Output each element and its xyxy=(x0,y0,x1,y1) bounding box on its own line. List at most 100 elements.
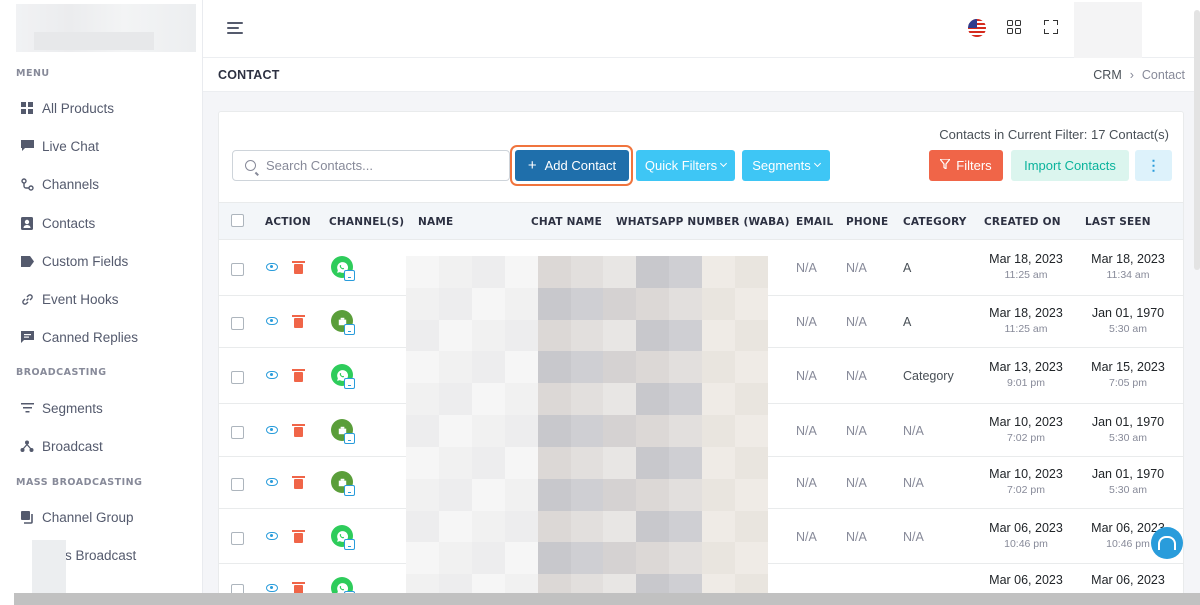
email-cell: N/A xyxy=(796,476,817,490)
sidebar-item-segments[interactable]: Segments xyxy=(20,397,103,419)
download-icon xyxy=(344,433,355,444)
sidebar-item-live-chat[interactable]: Live Chat xyxy=(20,135,99,157)
breadcrumb-crm[interactable]: CRM xyxy=(1093,68,1121,82)
category-cell: N/A xyxy=(903,530,924,544)
contacts-card: Contacts in Current Filter: 17 Contact(s… xyxy=(218,111,1184,605)
row-checkbox[interactable] xyxy=(231,317,244,330)
row-checkbox[interactable] xyxy=(231,371,244,384)
sidebar-item-label: Contacts xyxy=(42,215,96,231)
last-seen-cell: Jan 01, 1970 5:30 am xyxy=(1083,415,1173,444)
menu-toggle-icon[interactable] xyxy=(227,20,245,36)
vertical-scrollbar[interactable] xyxy=(1194,10,1200,270)
sidebar-item-label: All Products xyxy=(42,100,115,116)
sidebar-blur-overlay xyxy=(32,540,66,596)
apps-grid-icon[interactable] xyxy=(1007,20,1021,34)
search-icon xyxy=(245,160,256,171)
email-cell: N/A xyxy=(796,369,817,383)
trash-icon[interactable] xyxy=(292,530,305,543)
row-checkbox[interactable] xyxy=(231,532,244,545)
sidebar-item-broadcast[interactable]: Broadcast xyxy=(20,435,103,457)
trash-icon[interactable] xyxy=(292,369,305,382)
phone-cell: N/A xyxy=(846,369,867,383)
category-cell: N/A xyxy=(903,476,924,490)
eye-icon[interactable] xyxy=(266,371,278,379)
filter-icon xyxy=(939,158,952,172)
row-checkbox[interactable] xyxy=(231,263,244,276)
phone-cell: N/A xyxy=(846,530,867,544)
col-category: CATEGORY xyxy=(903,216,967,228)
created-time: 10:46 pm xyxy=(1004,538,1048,550)
sidebar-item-label: Channel Group xyxy=(42,509,134,525)
sidebar-item-label: Canned Replies xyxy=(42,329,139,345)
us-flag-icon[interactable] xyxy=(968,19,986,37)
logo[interactable] xyxy=(16,4,196,52)
last-seen-cell: Jan 01, 1970 5:30 am xyxy=(1083,306,1173,335)
eye-icon[interactable] xyxy=(266,317,278,325)
segments-dropdown[interactable]: Segments xyxy=(742,150,830,181)
sidebar-item-channels[interactable]: Channels xyxy=(20,173,99,195)
sidebar-item-event-hooks[interactable]: Event Hooks xyxy=(20,288,119,310)
sidebar-item-custom-fields[interactable]: Custom Fields xyxy=(20,250,128,272)
more-options-button[interactable]: ⋮ xyxy=(1135,150,1172,181)
category-cell: Category xyxy=(903,369,954,383)
sidebar-item-label: Custom Fields xyxy=(42,253,129,269)
created-on-cell: Mar 10, 2023 7:02 pm xyxy=(981,467,1071,496)
fullscreen-icon[interactable] xyxy=(1044,20,1058,34)
sidebar: MENU All Products Live Chat Channels Con… xyxy=(0,0,203,605)
eye-icon[interactable] xyxy=(266,532,278,540)
created-time: 11:25 am xyxy=(1004,269,1048,281)
created-on-cell: Mar 13, 2023 9:01 pm xyxy=(981,360,1071,389)
col-created-on: CREATED ON xyxy=(984,216,1061,228)
search-input[interactable] xyxy=(266,158,486,173)
last-seen-date: Jan 01, 1970 xyxy=(1091,415,1165,429)
email-cell: N/A xyxy=(796,424,817,438)
row-checkbox[interactable] xyxy=(231,478,244,491)
email-cell: N/A xyxy=(796,530,817,544)
table-header: ACTION CHANNEL(S) NAME CHAT NAME WHATSAP… xyxy=(219,202,1183,240)
import-contacts-button[interactable]: Import Contacts xyxy=(1011,150,1129,181)
user-avatar[interactable] xyxy=(1074,2,1142,60)
sidebar-item-label: s Broadcast xyxy=(65,547,137,563)
segments-label: Segments xyxy=(752,158,811,173)
chevron-right-icon: › xyxy=(1129,68,1134,82)
eye-icon[interactable] xyxy=(266,263,278,271)
created-on-cell: Mar 18, 2023 11:25 am xyxy=(981,252,1071,281)
search-box xyxy=(232,150,510,181)
created-on-cell: Mar 18, 2023 11:25 am xyxy=(981,306,1071,335)
last-seen-time: 5:30 am xyxy=(1109,323,1147,335)
sidebar-item-contacts[interactable]: Contacts xyxy=(20,212,95,234)
select-all-checkbox[interactable] xyxy=(231,214,244,227)
row-checkbox[interactable] xyxy=(231,426,244,439)
sidebar-item-canned-replies[interactable]: Canned Replies xyxy=(20,326,138,348)
phone-cell: N/A xyxy=(846,315,867,329)
quick-filters-dropdown[interactable]: Quick Filters xyxy=(636,150,735,181)
horizontal-scrollbar[interactable] xyxy=(14,593,1200,605)
sidebar-section-broadcasting: BROADCASTING xyxy=(16,367,107,378)
col-name: NAME xyxy=(418,216,454,228)
created-time: 11:25 am xyxy=(1004,323,1048,335)
chevron-down-icon xyxy=(813,159,821,168)
breadcrumb-contact: Contact xyxy=(1141,68,1185,82)
download-icon xyxy=(344,539,355,550)
eye-icon[interactable] xyxy=(266,478,278,486)
trash-icon[interactable] xyxy=(292,261,305,274)
copy-icon xyxy=(20,510,34,524)
chevron-down-icon xyxy=(720,159,728,168)
trash-icon[interactable] xyxy=(292,315,305,328)
redacted-contact-info xyxy=(406,256,768,604)
sidebar-item-channel-group[interactable]: Channel Group xyxy=(20,506,134,528)
add-contact-button[interactable]: + Add Contact xyxy=(515,150,629,181)
last-seen-cell: Mar 18, 2023 11:34 am xyxy=(1083,252,1173,281)
created-time: 7:02 pm xyxy=(1007,432,1045,444)
sidebar-item-mass-broadcast[interactable]: s Broadcast xyxy=(65,544,136,566)
support-chat-button[interactable] xyxy=(1151,527,1183,559)
breadcrumb: CRM › Contact xyxy=(1093,68,1185,82)
eye-icon[interactable] xyxy=(266,584,278,592)
tag-icon xyxy=(20,254,34,268)
sidebar-item-all-products[interactable]: All Products xyxy=(20,97,114,119)
filters-button[interactable]: Filters xyxy=(929,150,1003,181)
trash-icon[interactable] xyxy=(292,424,305,437)
eye-icon[interactable] xyxy=(266,426,278,434)
phone-cell: N/A xyxy=(846,476,867,490)
trash-icon[interactable] xyxy=(292,476,305,489)
